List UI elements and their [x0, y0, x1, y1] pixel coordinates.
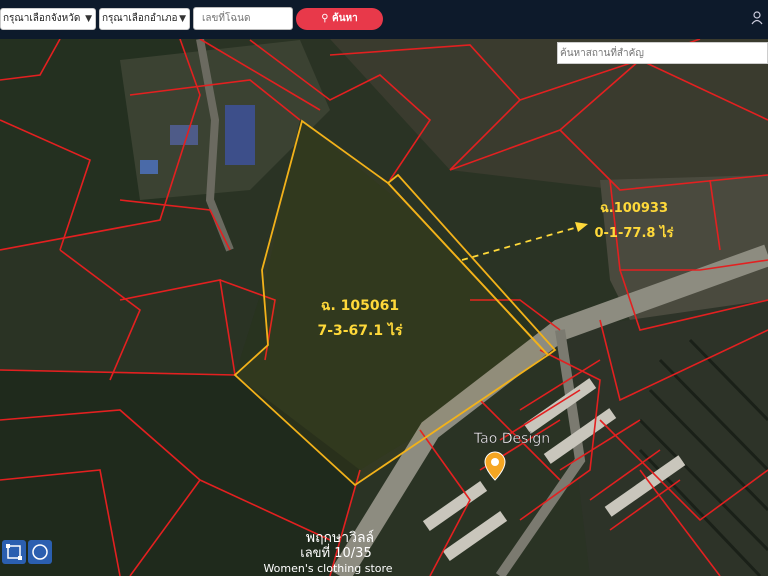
chevron-down-icon: ▼ — [85, 14, 92, 24]
rectangle-draw-button[interactable] — [2, 540, 26, 564]
search-button[interactable]: ⚲ ค้นหา — [296, 8, 383, 30]
poi-category-label: Women's clothing store — [263, 562, 392, 575]
rectangle-draw-icon — [6, 544, 22, 560]
circle-draw-button[interactable] — [28, 540, 52, 564]
poi-address-label: เลขที่ 10/35 — [300, 544, 371, 561]
blue-roof-house — [140, 160, 158, 174]
blue-roof-building — [225, 105, 255, 165]
deed-number-input[interactable] — [193, 7, 293, 30]
satellite-map[interactable]: ฉ. 105061 7-3-67.1 ไร่ ฉ.100933 0-1-77.8… — [0, 39, 768, 576]
poi-label[interactable]: พฤกษาวิลล์ — [306, 529, 374, 546]
parcel-deed-label: ฉ. 105061 — [321, 298, 399, 314]
chevron-down-icon: ▼ — [179, 14, 186, 24]
parcel-area-label: 7-3-67.1 ไร่ — [317, 321, 403, 339]
search-icon: ⚲ — [321, 13, 329, 24]
house-roof — [170, 125, 198, 145]
province-select[interactable]: กรุณาเลือกจังหวัด ▼ — [0, 8, 96, 30]
map-view[interactable]: ฉ. 105061 7-3-67.1 ไร่ ฉ.100933 0-1-77.8… — [0, 39, 768, 576]
parcel-area-label: 0-1-77.8 ไร่ — [594, 224, 673, 241]
place-search-input[interactable] — [557, 42, 768, 64]
district-select[interactable]: กรุณาเลือกอำเภอ ▼ — [99, 8, 190, 30]
top-toolbar: กรุณาเลือกจังหวัด ▼ กรุณาเลือกอำเภอ ▼ ⚲ … — [0, 0, 768, 39]
parcel-deed-label: ฉ.100933 — [600, 201, 668, 216]
poi-label[interactable]: Tao Design — [473, 431, 551, 447]
user-icon[interactable] — [751, 11, 763, 25]
district-select-label: กรุณาเลือกอำเภอ — [102, 13, 178, 24]
search-button-label: ค้นหา — [332, 13, 358, 24]
circle-draw-icon — [32, 544, 48, 560]
province-select-label: กรุณาเลือกจังหวัด — [3, 13, 81, 24]
